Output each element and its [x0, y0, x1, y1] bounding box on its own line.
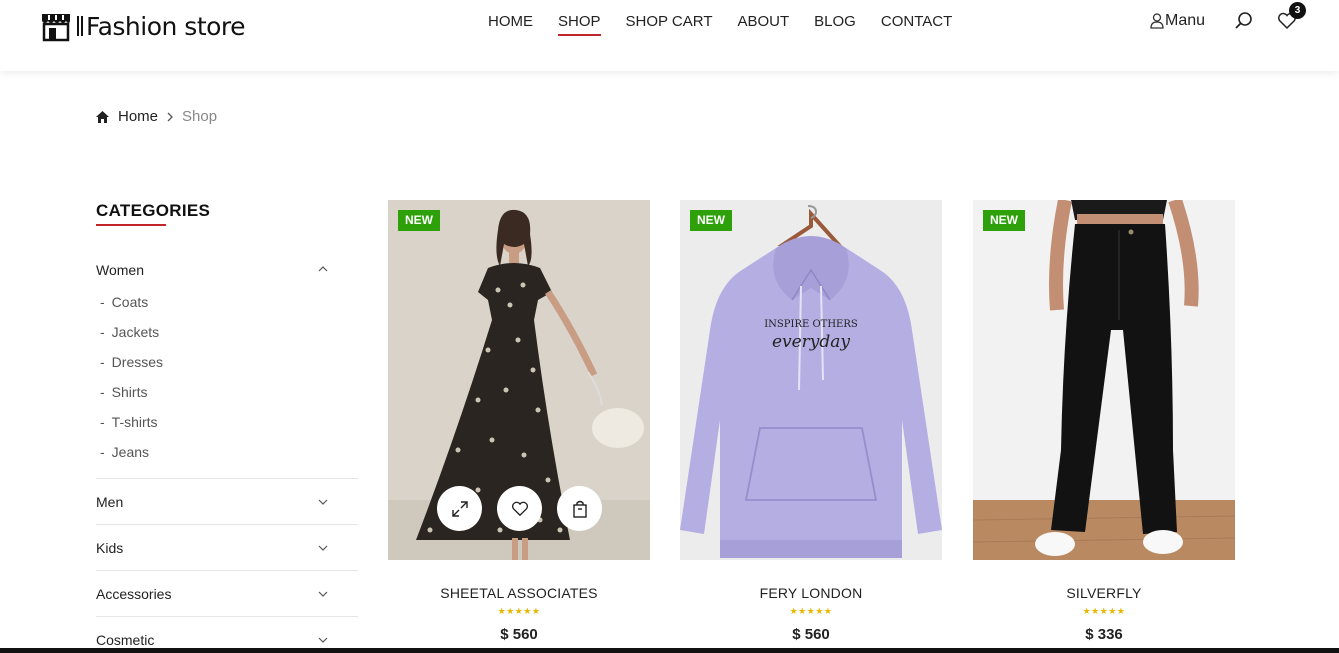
- nav-about[interactable]: ABOUT: [737, 12, 789, 36]
- wishlist-count-badge: 3: [1289, 2, 1306, 19]
- add-to-wishlist-button[interactable]: [497, 486, 542, 531]
- hoodie-print-line2: everyday: [772, 332, 850, 352]
- product-name[interactable]: SHEETAL ASSOCIATES: [388, 585, 650, 601]
- product-price: $ 336: [1085, 626, 1123, 643]
- category-kids[interactable]: Kids: [96, 540, 358, 556]
- floral-dress-photo[interactable]: NEW: [388, 200, 650, 560]
- quick-view-button[interactable]: [437, 486, 482, 531]
- breadcrumb: Home Shop: [96, 108, 217, 125]
- chevron-up-icon: [318, 266, 328, 272]
- divider: [96, 616, 358, 617]
- home-icon: [96, 110, 109, 123]
- bottom-border: [0, 648, 1339, 653]
- subcategory-label: Jeans: [111, 444, 150, 460]
- subcategory-jeans[interactable]: - Jeans: [100, 444, 149, 460]
- expand-icon: [451, 500, 468, 517]
- divider: [96, 524, 358, 525]
- category-women[interactable]: Women: [96, 262, 358, 278]
- subcategory-jackets[interactable]: - Jackets: [100, 324, 159, 340]
- category-accessories[interactable]: Accessories: [96, 586, 358, 602]
- nav-blog[interactable]: BLOG: [814, 12, 856, 36]
- category-label: Cosmetic: [96, 632, 155, 648]
- chevron-down-icon: [318, 591, 328, 597]
- chevron-right-icon: [167, 112, 173, 121]
- user-icon: [1150, 13, 1164, 29]
- user-account-link[interactable]: Manu: [1150, 12, 1205, 30]
- product-actions: [437, 486, 617, 531]
- new-badge: NEW: [398, 210, 440, 231]
- product-name[interactable]: FERY LONDON: [680, 585, 942, 601]
- rating-stars: ★★★★★: [1082, 606, 1126, 616]
- site-header: Fashion store HOME SHOP SHOP CART ABOUT …: [0, 0, 1339, 71]
- subcategory-label: Dresses: [111, 354, 164, 370]
- lavender-hoodie-photo[interactable]: INSPIRE OTHERS everyday NEW: [680, 200, 942, 560]
- subcategory-coats[interactable]: - Coats: [100, 294, 148, 310]
- bag-icon: [572, 500, 587, 518]
- user-name: Manu: [1165, 12, 1206, 29]
- subcategory-label: Coats: [111, 294, 149, 310]
- add-to-cart-button[interactable]: [557, 486, 602, 531]
- category-label: Women: [96, 262, 144, 278]
- nav-home[interactable]: HOME: [488, 12, 533, 36]
- logo-text: Fashion store: [86, 11, 246, 41]
- divider: [96, 570, 358, 571]
- breadcrumb-current: Shop: [182, 108, 218, 125]
- subcategory-tshirts[interactable]: - T-shirts: [100, 414, 158, 430]
- category-label: Accessories: [96, 586, 172, 602]
- breadcrumb-home[interactable]: Home: [118, 108, 158, 125]
- nav-contact[interactable]: CONTACT: [881, 12, 952, 36]
- search-icon[interactable]: [1234, 11, 1254, 31]
- chevron-down-icon: [318, 545, 328, 551]
- product-image: INSPIRE OTHERS everyday: [680, 200, 942, 560]
- subcategory-label: Jackets: [111, 324, 160, 340]
- product-image: [973, 200, 1235, 560]
- hoodie-print-line1: INSPIRE OTHERS: [764, 319, 858, 330]
- subcategory-dresses[interactable]: - Dresses: [100, 354, 163, 370]
- category-men[interactable]: Men: [96, 494, 358, 510]
- product-card[interactable]: NEW SHEETAL ASSOCIATES ★★★★★ $ 560: [388, 200, 650, 643]
- nav-shop-cart[interactable]: SHOP CART: [626, 12, 713, 36]
- main-nav: HOME SHOP SHOP CART ABOUT BLOG CONTACT: [488, 12, 977, 36]
- new-badge: NEW: [983, 210, 1025, 231]
- subcategory-shirts[interactable]: - Shirts: [100, 384, 147, 400]
- product-price: $ 560: [792, 626, 830, 643]
- categories-title: CATEGORIES: [96, 201, 211, 220]
- logo-divider-icon: [77, 16, 83, 36]
- subcategory-label: T-shirts: [111, 414, 158, 430]
- product-name[interactable]: SILVERFLY: [973, 585, 1235, 601]
- logo[interactable]: Fashion store: [40, 8, 246, 44]
- product-card[interactable]: NEW SILVERFLY ★★★★★ $ 336: [973, 200, 1235, 643]
- chevron-down-icon: [318, 499, 328, 505]
- wishlist-icon: [511, 501, 528, 516]
- chevron-down-icon: [318, 637, 328, 643]
- title-underline: [96, 224, 166, 226]
- rating-stars: ★★★★★: [789, 606, 833, 616]
- product-card[interactable]: INSPIRE OTHERS everyday NEW FERY LONDON …: [680, 200, 942, 643]
- category-label: Men: [96, 494, 124, 510]
- new-badge: NEW: [690, 210, 732, 231]
- black-trousers-photo[interactable]: NEW: [973, 200, 1235, 560]
- category-label: Kids: [96, 540, 124, 556]
- nav-shop[interactable]: SHOP: [558, 12, 601, 36]
- subcategory-label: Shirts: [111, 384, 148, 400]
- divider: [96, 478, 358, 479]
- product-price: $ 560: [500, 626, 538, 643]
- store-logo-icon: [42, 14, 70, 42]
- category-cosmetic[interactable]: Cosmetic: [96, 632, 358, 648]
- rating-stars: ★★★★★: [497, 606, 541, 616]
